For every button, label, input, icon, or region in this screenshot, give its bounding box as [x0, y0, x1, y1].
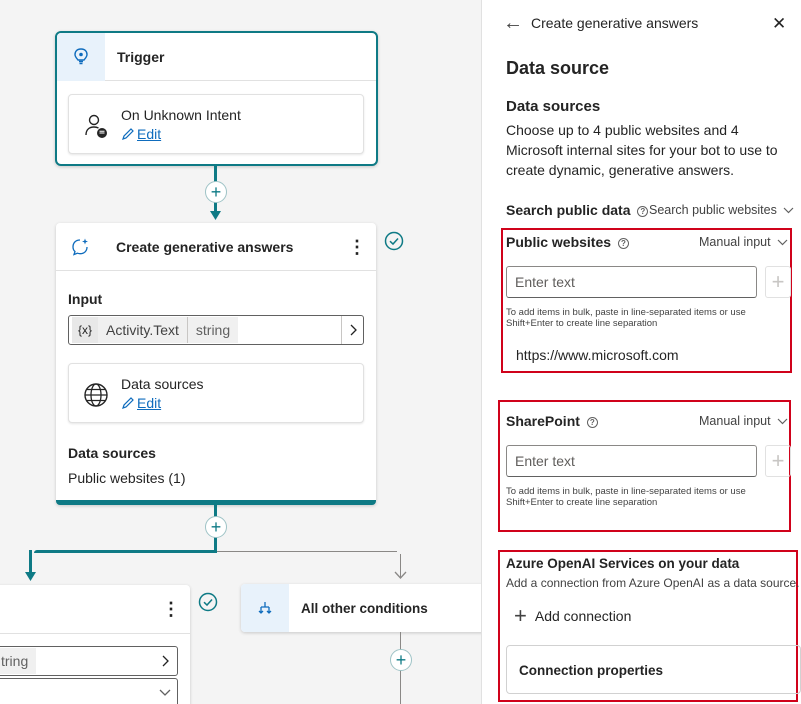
- authoring-canvas[interactable]: Trigger On Unknown Intent Edit + Create …: [0, 0, 481, 704]
- gen-node-title: Create generative answers: [116, 238, 294, 255]
- add-website-button[interactable]: +: [765, 266, 791, 298]
- add-sharepoint-button[interactable]: +: [765, 445, 791, 477]
- chevron-down-icon: [159, 689, 171, 696]
- search-public-dropdown[interactable]: Search public websites: [649, 203, 794, 217]
- success-check-icon: [198, 592, 218, 612]
- public-website-item[interactable]: https://www.microsoft.com: [516, 347, 679, 363]
- branch-line-right: [217, 551, 397, 552]
- variable-badge: {x}: [72, 317, 99, 343]
- variable-type: tring: [0, 648, 37, 674]
- panel-header-title: Create generative answers: [531, 15, 699, 31]
- success-check-icon: [384, 231, 404, 251]
- intent-edit-link[interactable]: Edit: [121, 126, 161, 142]
- chevron-right-icon: [341, 316, 363, 344]
- add-node-button[interactable]: +: [205, 516, 227, 538]
- info-icon: ?: [586, 416, 598, 428]
- input-variable-field[interactable]: {x} Activity.Text string: [68, 315, 364, 345]
- chevron-down-icon: [783, 207, 794, 213]
- more-options-button[interactable]: ⋮: [348, 237, 366, 258]
- connection-properties-card[interactable]: Connection properties: [506, 645, 801, 694]
- public-websites-label: Public websites ?: [506, 234, 629, 250]
- add-node-button[interactable]: +: [205, 181, 227, 203]
- sparkle-chat-icon: [56, 223, 104, 271]
- close-button[interactable]: ✕: [772, 14, 786, 34]
- trigger-icon: [57, 32, 105, 81]
- add-node-button[interactable]: +: [390, 649, 412, 671]
- data-sources-card[interactable]: Data sources Edit: [68, 363, 364, 423]
- condition-variable-field[interactable]: tring: [0, 646, 178, 676]
- chevron-down-icon: [777, 418, 788, 424]
- public-websites-mode: Manual input: [699, 235, 771, 249]
- back-button[interactable]: ←: [503, 12, 523, 35]
- data-sources-section-label: Data sources: [68, 445, 156, 461]
- info-icon: ?: [617, 237, 629, 249]
- pencil-icon: [122, 397, 134, 409]
- data-sources-edit-label: Edit: [137, 395, 162, 411]
- condition-operator-dropdown[interactable]: [0, 678, 178, 704]
- public-websites-label-text: Public websites: [506, 234, 612, 250]
- data-sources-edit-link[interactable]: Edit: [121, 395, 161, 411]
- connection-properties-label: Connection properties: [519, 663, 664, 678]
- data-sources-heading: Data sources: [506, 98, 601, 115]
- intent-name: On Unknown Intent: [121, 107, 241, 123]
- search-public-label: Search public data ?: [506, 202, 649, 218]
- add-connection-label: Add connection: [534, 608, 632, 624]
- panel-section-title: Data source: [506, 58, 610, 78]
- azure-openai-title: Azure OpenAI Services on your data: [506, 556, 740, 571]
- plus-icon: +: [514, 603, 527, 628]
- branch-line-left: [34, 550, 217, 553]
- data-sources-description: Choose up to 4 public websites and 4 Mic…: [506, 122, 778, 178]
- sharepoint-mode-dropdown[interactable]: Manual input: [699, 414, 788, 428]
- pencil-icon: [122, 128, 134, 140]
- search-public-value: Search public websites: [649, 203, 777, 217]
- other-conditions-node[interactable]: All other conditions: [241, 584, 481, 632]
- sharepoint-mode: Manual input: [699, 414, 771, 428]
- chevron-right-icon: [162, 655, 169, 667]
- trigger-node[interactable]: Trigger On Unknown Intent Edit: [55, 31, 378, 166]
- more-options-button[interactable]: ⋮: [162, 599, 180, 620]
- search-public-label-text: Search public data: [506, 202, 631, 218]
- input-label: Input: [68, 291, 103, 307]
- public-websites-mode-dropdown[interactable]: Manual input: [699, 235, 788, 249]
- chevron-down-icon: [777, 239, 788, 245]
- branch-line-left-down: [29, 550, 32, 572]
- other-conditions-title: All other conditions: [301, 600, 428, 616]
- arrow-down-icon: [25, 572, 36, 581]
- intent-card[interactable]: On Unknown Intent Edit: [68, 94, 364, 154]
- data-sources-title: Data sources: [121, 376, 204, 392]
- sharepoint-input[interactable]: Enter text: [506, 445, 757, 477]
- generative-answers-node[interactable]: Create generative answers ⋮ Input {x} Ac…: [56, 223, 376, 505]
- globe-icon: [84, 383, 108, 407]
- info-icon: ?: [637, 205, 649, 217]
- azure-openai-desc: Add a connection from Azure OpenAI as a …: [506, 576, 800, 590]
- chevron-down-icon: [394, 571, 407, 579]
- sharepoint-label-text: SharePoint: [506, 413, 580, 429]
- add-connection-button[interactable]: + Add connection: [514, 603, 632, 628]
- properties-panel: ← Create generative answers ✕ Data sourc…: [481, 0, 801, 704]
- branch-icon: [241, 584, 289, 632]
- person-chat-icon: [85, 114, 107, 138]
- public-websites-input[interactable]: Enter text: [506, 266, 757, 298]
- arrow-down-icon: [210, 211, 221, 220]
- sharepoint-label: SharePoint ?: [506, 413, 598, 429]
- data-sources-value: Public websites (1): [68, 470, 186, 486]
- intent-edit-label: Edit: [137, 126, 162, 142]
- variable-type: string: [186, 317, 239, 343]
- condition-node[interactable]: ⋮ tring: [0, 585, 190, 704]
- trigger-title: Trigger: [117, 48, 165, 65]
- public-websites-hint: To add items in bulk, paste in line-sepa…: [506, 307, 746, 329]
- sharepoint-hint: To add items in bulk, paste in line-sepa…: [506, 486, 746, 508]
- variable-name: Activity.Text: [98, 317, 187, 343]
